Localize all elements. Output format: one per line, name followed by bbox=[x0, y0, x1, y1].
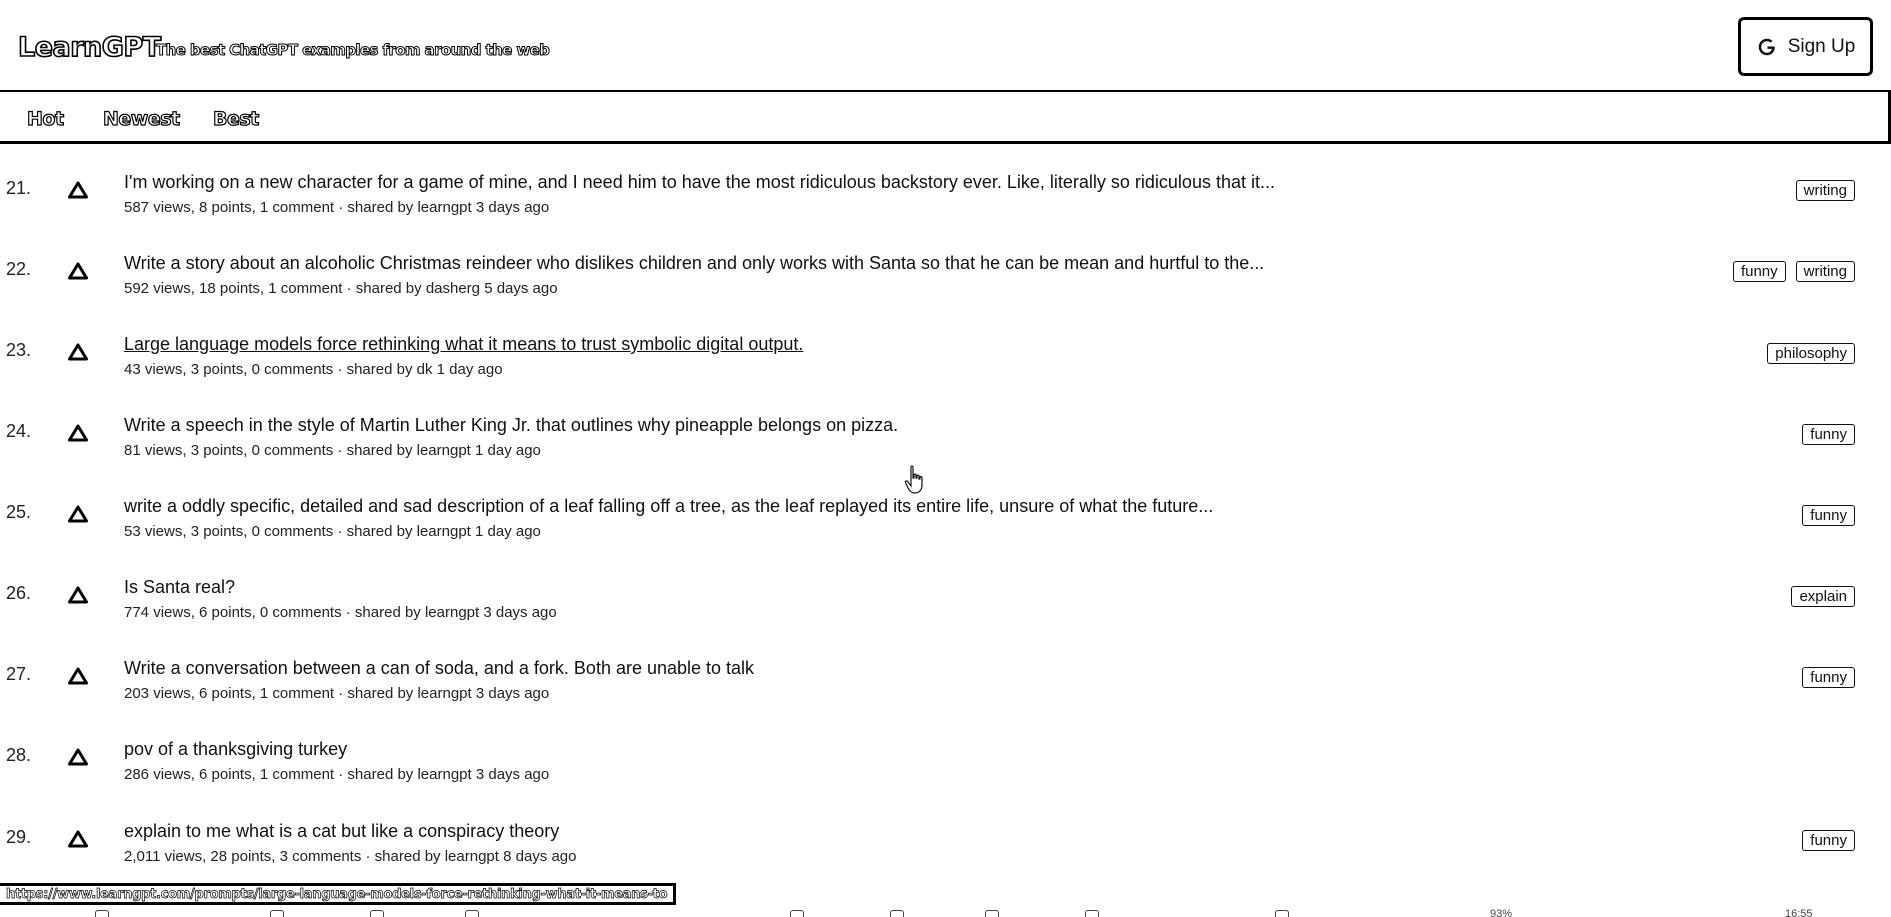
item-tags: funny bbox=[1802, 424, 1855, 445]
tag-badge[interactable]: funny bbox=[1732, 261, 1786, 282]
tab-newest[interactable]: Newest bbox=[102, 107, 180, 130]
sign-up-label: Sign Up bbox=[1787, 35, 1856, 57]
battery-level: 93% bbox=[1490, 908, 1513, 917]
list-item: 28. pov of a thanksgiving turkey 286 views… bbox=[0, 739, 1891, 820]
item-meta: 81 views, 3 points, 0 comments · shared … bbox=[124, 442, 541, 459]
tag-badge[interactable]: funny bbox=[1802, 505, 1855, 526]
item-title-link[interactable]: explain to me what is a cat but like a c… bbox=[124, 821, 559, 842]
taskbar-app-icon[interactable] bbox=[890, 910, 904, 917]
item-rank: 25. bbox=[6, 502, 32, 522]
list-item: 25. write a oddly specific, detailed and … bbox=[0, 496, 1891, 577]
list-item: 23. Large language models force rethinkin… bbox=[0, 334, 1891, 415]
tab-hot[interactable]: Hot bbox=[26, 107, 64, 130]
item-meta: 2,011 views, 28 points, 3 comments · sha… bbox=[124, 848, 577, 865]
upvote-triangle-icon[interactable] bbox=[67, 261, 89, 281]
list-item: 26. Is Santa real? 774 views, 6 points, 0 … bbox=[0, 577, 1891, 658]
item-meta: 592 views, 18 points, 1 comment · shared… bbox=[124, 280, 558, 297]
item-rank: 22. bbox=[6, 259, 32, 279]
item-meta: 286 views, 6 points, 1 comment · shared … bbox=[124, 766, 550, 783]
item-title-link[interactable]: Large language models force rethinking w… bbox=[124, 334, 803, 355]
taskbar-app-icon[interactable] bbox=[465, 910, 479, 917]
tag-badge[interactable]: writing bbox=[1795, 261, 1855, 282]
tag-badge[interactable]: funny bbox=[1802, 424, 1855, 445]
site-tagline: The best ChatGPT examples from around th… bbox=[155, 41, 550, 60]
taskbar-app-icon[interactable] bbox=[1275, 910, 1289, 917]
hand-pointer-icon bbox=[904, 465, 923, 494]
sign-up-button[interactable]: Sign Up bbox=[1738, 17, 1873, 76]
item-rank: 23. bbox=[6, 340, 32, 360]
item-rank: 28. bbox=[6, 745, 32, 765]
taskbar: 93% 16:55 bbox=[0, 905, 1891, 917]
upvote-triangle-icon[interactable] bbox=[67, 666, 89, 686]
item-rank: 24. bbox=[6, 421, 32, 441]
item-title-link[interactable]: pov of a thanksgiving turkey bbox=[124, 739, 347, 760]
tag-badge[interactable]: funny bbox=[1802, 667, 1855, 688]
upvote-triangle-icon[interactable] bbox=[67, 504, 89, 524]
item-meta: 43 views, 3 points, 0 comments · shared … bbox=[124, 361, 503, 378]
item-tags: explain bbox=[1791, 586, 1855, 607]
item-meta: 587 views, 8 points, 1 comment · shared … bbox=[124, 199, 550, 216]
upvote-triangle-icon[interactable] bbox=[67, 747, 89, 767]
taskbar-app-icon[interactable] bbox=[985, 910, 999, 917]
item-tags: funny bbox=[1802, 667, 1855, 688]
item-title-link[interactable]: Write a story about an alcoholic Christm… bbox=[124, 253, 1264, 274]
taskbar-app-icon[interactable] bbox=[790, 910, 804, 917]
item-rank: 27. bbox=[6, 664, 32, 684]
link-status-bar: https://www.learngpt.com/prompts/large-l… bbox=[0, 883, 677, 905]
upvote-triangle-icon[interactable] bbox=[67, 585, 89, 605]
item-tags: funny bbox=[1802, 830, 1855, 851]
item-title-link[interactable]: Is Santa real? bbox=[124, 577, 235, 598]
item-meta: 774 views, 6 points, 0 comments · shared… bbox=[124, 604, 557, 621]
item-tags: philosophy bbox=[1767, 343, 1855, 364]
upvote-triangle-icon[interactable] bbox=[67, 342, 89, 362]
upvote-triangle-icon[interactable] bbox=[67, 423, 89, 443]
item-tags: funny writing bbox=[1732, 261, 1855, 282]
item-title-link[interactable]: Write a conversation between a can of so… bbox=[124, 658, 754, 679]
taskbar-app-icon[interactable] bbox=[95, 910, 109, 917]
google-g-icon bbox=[1758, 38, 1775, 55]
item-tags: writing bbox=[1795, 180, 1855, 201]
tab-best[interactable]: Best bbox=[212, 107, 259, 130]
item-meta: 203 views, 6 points, 1 comment · shared … bbox=[124, 685, 550, 702]
list-item: 27. Write a conversation between a can of… bbox=[0, 658, 1891, 739]
item-rank: 26. bbox=[6, 583, 32, 603]
tag-badge[interactable]: writing bbox=[1795, 180, 1855, 201]
item-title-link[interactable]: Write a speech in the style of Martin Lu… bbox=[124, 415, 898, 436]
taskbar-app-icon[interactable] bbox=[370, 910, 384, 917]
item-rank: 21. bbox=[6, 178, 32, 198]
sort-tabs: Hot Newest Best bbox=[0, 92, 1891, 144]
tag-badge[interactable]: funny bbox=[1802, 830, 1855, 851]
item-title-link[interactable]: write a oddly specific, detailed and sad… bbox=[124, 496, 1213, 517]
list-item: 22. Write a story about an alcoholic Chri… bbox=[0, 253, 1891, 334]
site-logo[interactable]: LearnGPT bbox=[17, 31, 162, 64]
list-item: 21. I'm working on a new character for a … bbox=[0, 172, 1891, 253]
item-meta: 53 views, 3 points, 0 comments · shared … bbox=[124, 523, 541, 540]
item-rank: 29. bbox=[6, 827, 32, 847]
site-header: LearnGPT The best ChatGPT examples from … bbox=[0, 0, 1891, 92]
taskbar-clock[interactable]: 16:55 bbox=[1785, 908, 1813, 917]
upvote-triangle-icon[interactable] bbox=[67, 180, 89, 200]
tag-badge[interactable]: explain bbox=[1791, 586, 1855, 607]
upvote-triangle-icon[interactable] bbox=[67, 829, 89, 849]
tag-badge[interactable]: philosophy bbox=[1767, 343, 1855, 364]
list-item: 24. Write a speech in the style of Martin… bbox=[0, 415, 1891, 496]
taskbar-app-icon[interactable] bbox=[1085, 910, 1099, 917]
item-tags: funny bbox=[1802, 505, 1855, 526]
taskbar-app-icon[interactable] bbox=[270, 910, 284, 917]
item-title-link[interactable]: I'm working on a new character for a gam… bbox=[124, 172, 1275, 193]
